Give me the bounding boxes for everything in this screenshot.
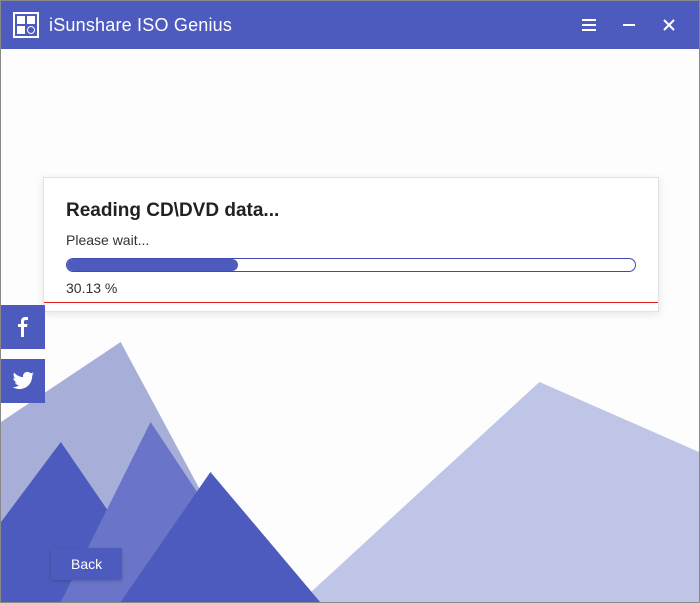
back-button[interactable]: Back xyxy=(51,548,122,580)
app-title: iSunshare ISO Genius xyxy=(49,15,232,36)
twitter-button[interactable] xyxy=(1,359,45,403)
content-area: Reading CD\DVD data... Please wait... 30… xyxy=(1,49,699,602)
menu-button[interactable] xyxy=(569,1,609,49)
card-divider xyxy=(44,302,658,303)
progress-percent: 30.13 % xyxy=(66,280,636,302)
progress-card: Reading CD\DVD data... Please wait... 30… xyxy=(43,177,659,312)
progress-heading: Reading CD\DVD data... xyxy=(66,200,636,222)
hamburger-icon xyxy=(581,18,597,32)
title-bar: iSunshare ISO Genius xyxy=(1,1,699,49)
progress-subtext: Please wait... xyxy=(66,232,636,248)
facebook-icon xyxy=(13,317,33,337)
minimize-button[interactable] xyxy=(609,1,649,49)
facebook-button[interactable] xyxy=(1,305,45,349)
close-icon xyxy=(662,18,676,32)
progress-fill xyxy=(67,259,238,271)
twitter-icon xyxy=(12,371,34,391)
progress-bar xyxy=(66,258,636,272)
app-logo-icon xyxy=(13,12,39,38)
minimize-icon xyxy=(622,18,636,32)
close-button[interactable] xyxy=(649,1,689,49)
